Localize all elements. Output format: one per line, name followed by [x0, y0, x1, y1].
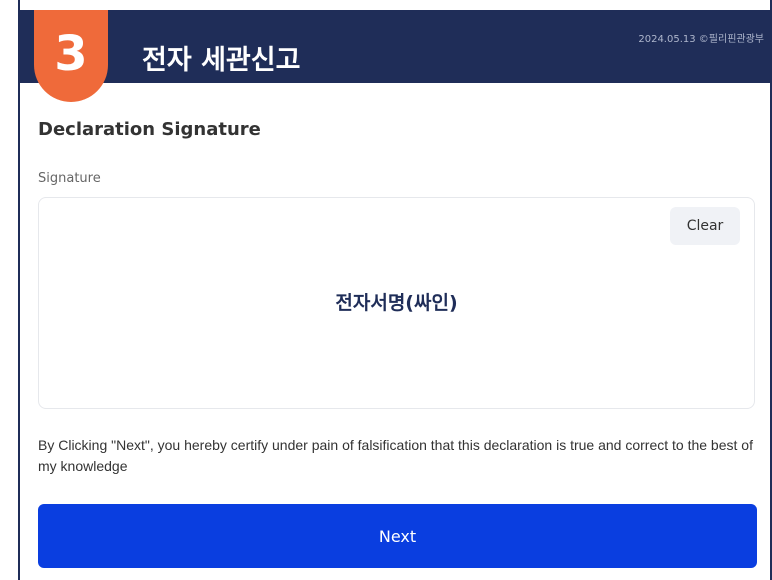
header-bar: 전자 세관신고 2024.05.13 ©필리핀관광부: [20, 10, 770, 83]
step-number: 3: [54, 26, 88, 82]
page-title: 전자 세관신고: [142, 45, 301, 76]
signature-placeholder: 전자서명(싸인): [335, 292, 458, 314]
left-border: [18, 0, 20, 580]
header-meta: 2024.05.13 ©필리핀관광부: [638, 34, 764, 45]
signature-pad[interactable]: Clear 전자서명(싸인): [38, 197, 755, 409]
clear-button[interactable]: Clear: [670, 207, 740, 245]
page: 전자 세관신고 2024.05.13 ©필리핀관광부 3 Declaration…: [0, 0, 772, 580]
step-badge: 3: [34, 10, 108, 102]
signature-label: Signature: [38, 171, 101, 186]
certification-text: By Clicking "Next", you hereby certify u…: [38, 437, 753, 474]
section-title: Declaration Signature: [38, 119, 261, 140]
next-button[interactable]: Next: [38, 504, 757, 568]
